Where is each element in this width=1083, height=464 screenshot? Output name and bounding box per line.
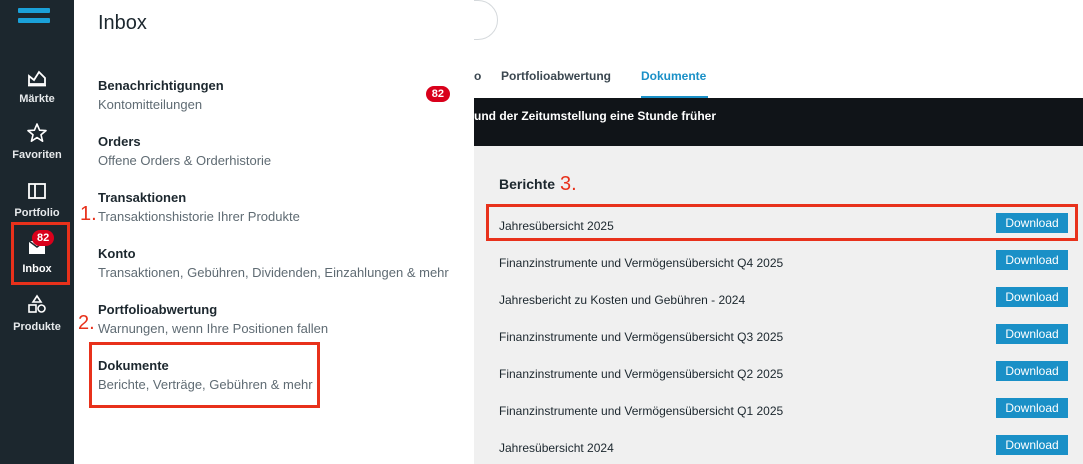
inbox-item-title: Konto [98, 246, 136, 261]
inbox-item-title: Transaktionen [98, 190, 187, 205]
report-name: Finanzinstrumente und Vermögensübersicht… [499, 256, 784, 270]
report-row: Finanzinstrumente und Vermögensübersicht… [499, 359, 1068, 389]
download-button[interactable]: Download [996, 287, 1068, 307]
report-name: Jahresübersicht 2024 [499, 441, 614, 455]
inbox-item-subtitle: Kontomitteilungen [98, 97, 203, 112]
panel-title: Inbox [98, 12, 147, 34]
annotation-number-1: 1. [80, 203, 97, 225]
download-button[interactable]: Download [996, 250, 1068, 270]
tab-hidden[interactable]: o [474, 69, 481, 83]
rail-label-produkte: Produkte [13, 321, 61, 333]
menu-logo-icon[interactable] [18, 8, 50, 28]
top-bar [444, 0, 1083, 53]
download-button[interactable]: Download [996, 398, 1068, 418]
report-name: Finanzinstrumente und Vermögensübersicht… [499, 330, 784, 344]
section-title-berichte: Berichte [499, 176, 556, 192]
inbox-item-subtitle: Transaktionshistorie Ihrer Produkte [98, 209, 300, 224]
info-banner: und der Zeitumstellung eine Stunde frühe… [474, 98, 1083, 146]
download-button[interactable]: Download [996, 361, 1068, 381]
inbox-item-konto[interactable]: Konto Transaktionen, Gebühren, Dividende… [98, 246, 458, 280]
rail-item-maerkte[interactable]: Märkte [0, 66, 74, 116]
inbox-item-title: Portfolioabwertung [98, 302, 218, 317]
inbox-item-portfolioabwertung[interactable]: Portfolioabwertung Warnungen, wenn Ihre … [98, 302, 458, 336]
report-row: Jahresübersicht 2024 Download [499, 433, 1068, 463]
report-row: Finanzinstrumente und Vermögensübersicht… [499, 322, 1068, 352]
report-name: Jahresbericht zu Kosten und Gebühren - 2… [499, 293, 746, 307]
report-row: Finanzinstrumente und Vermögensübersicht… [499, 248, 1068, 278]
rail-item-produkte[interactable]: Produkte [0, 294, 74, 344]
download-button[interactable]: Download [996, 324, 1068, 344]
tab-portfolioabwertung[interactable]: Portfolioabwertung [501, 69, 611, 83]
annotation-box-report [486, 204, 1078, 241]
inbox-item-orders[interactable]: Orders Offene Orders & Orderhistorie [98, 134, 458, 168]
annotation-number-2: 2. [78, 312, 95, 334]
inbox-item-subtitle: Transaktionen, Gebühren, Dividenden, Ein… [98, 265, 449, 280]
inbox-item-title: Benachrichtigungen [98, 78, 224, 93]
annotation-number-3: 3. [560, 173, 577, 195]
star-icon [27, 123, 47, 142]
rail-label-maerkte: Märkte [19, 93, 55, 105]
inbox-item-subtitle: Warnungen, wenn Ihre Positionen fallen [98, 321, 329, 336]
annotation-box-dokumente [89, 342, 320, 408]
inbox-item-title: Orders [98, 134, 141, 149]
report-row: Finanzinstrumente und Vermögensübersicht… [499, 396, 1068, 426]
inbox-item-subtitle: Offene Orders & Orderhistorie [98, 153, 272, 168]
chart-icon [28, 70, 46, 87]
report-row: Jahresbericht zu Kosten und Gebühren - 2… [499, 285, 1068, 315]
banner-text: und der Zeitumstellung eine Stunde frühe… [474, 109, 717, 123]
rail-label-favoriten: Favoriten [12, 149, 62, 161]
report-name: Finanzinstrumente und Vermögensübersicht… [499, 367, 784, 381]
products-icon [28, 294, 46, 313]
portfolio-icon [28, 183, 46, 199]
rail-label-portfolio: Portfolio [14, 207, 60, 219]
report-name: Finanzinstrumente und Vermögensübersicht… [499, 404, 784, 418]
annotation-box-inbox [11, 222, 70, 285]
tab-bar: o Portfolioabwertung Dokumente [474, 52, 1083, 98]
rail-item-favoriten[interactable]: Favoriten [0, 122, 74, 172]
inbox-item-transaktionen[interactable]: Transaktionen Transaktionshistorie Ihrer… [98, 190, 458, 224]
inbox-item-benachrichtigungen[interactable]: Benachrichtigungen Kontomitteilungen [98, 78, 458, 112]
tab-dokumente[interactable]: Dokumente [641, 69, 706, 83]
download-button[interactable]: Download [996, 435, 1068, 455]
